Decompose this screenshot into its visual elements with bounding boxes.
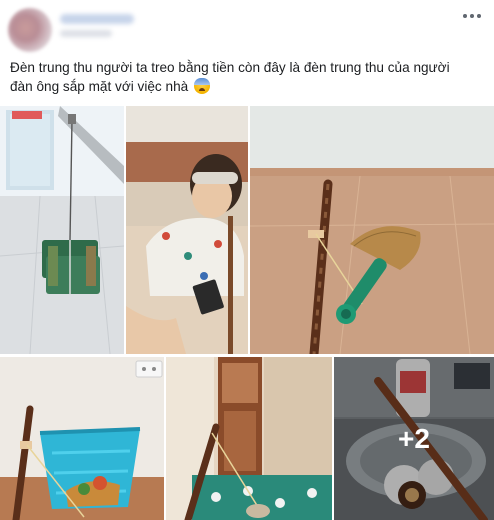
more-dot	[477, 14, 481, 18]
photo-mat-lantern[interactable]	[166, 357, 332, 520]
photo-sink-lantern[interactable]: +2	[334, 357, 494, 520]
more-dot	[463, 14, 467, 18]
more-photos-count[interactable]: +2	[334, 357, 494, 520]
anxious-face-emoji-icon	[193, 78, 210, 94]
photo-basket-lantern[interactable]	[0, 357, 164, 520]
more-dot	[470, 14, 474, 18]
post-text: Đèn trung thu người ta treo bằng tiền cò…	[10, 58, 484, 96]
post-header	[0, 0, 494, 52]
photo-money-lantern[interactable]	[0, 106, 124, 354]
photo-woman-sitting[interactable]	[126, 106, 248, 354]
ellipsis-icon[interactable]	[460, 6, 484, 26]
photo-broom-lantern[interactable]	[250, 106, 494, 354]
post-text-line-1: Đèn trung thu người ta treo bằng tiền cò…	[10, 60, 450, 75]
post-text-line-2: đàn ông sắp mặt với việc nhà	[10, 79, 189, 94]
post-meta-blurred[interactable]	[60, 30, 112, 37]
author-name-blurred[interactable]	[60, 14, 134, 24]
profile-avatar-icon[interactable]	[8, 8, 52, 52]
